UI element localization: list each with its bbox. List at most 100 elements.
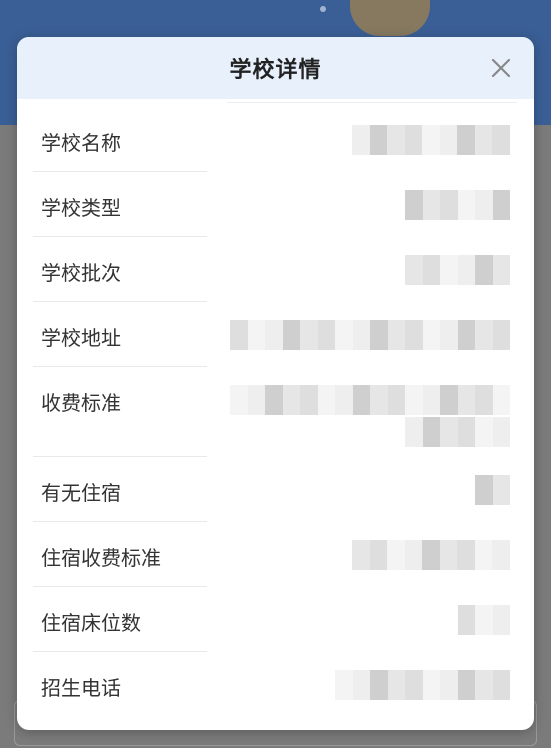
redaction-cell — [405, 385, 423, 415]
redaction-cell — [422, 255, 440, 285]
redaction-cell — [387, 125, 405, 155]
field-label: 住宿收费标准 — [41, 546, 161, 570]
redaction-cell — [247, 385, 265, 415]
redaction-cell — [457, 190, 475, 220]
redaction-cell — [439, 125, 458, 155]
redaction-cell — [492, 540, 510, 570]
redaction-cell — [492, 385, 510, 415]
redaction-cell — [474, 125, 493, 155]
redaction-cell — [422, 190, 440, 220]
redaction-cell — [475, 190, 493, 220]
redaction-cell — [457, 125, 475, 155]
redaction-cell — [440, 385, 458, 415]
redaction-cell — [492, 255, 510, 285]
redaction-cell — [247, 320, 265, 350]
row-accommodation: 有无住宿 — [33, 457, 510, 522]
row-fee-standard: 收费标准 — [33, 367, 510, 457]
redacted-value — [352, 540, 510, 570]
redaction-cell — [335, 670, 353, 700]
redaction-cell — [439, 540, 458, 570]
dialog-header: 学校详情 — [17, 37, 534, 99]
redacted-value-line2 — [405, 417, 510, 447]
redaction-cell — [370, 320, 388, 350]
redaction-cell — [405, 417, 423, 447]
redaction-cell — [352, 540, 370, 570]
redaction-cell — [352, 320, 370, 350]
redacted-value — [405, 255, 510, 285]
redaction-cell — [387, 540, 405, 570]
redaction-cell — [300, 320, 318, 350]
redaction-cell — [457, 320, 475, 350]
redaction-cell — [475, 605, 493, 635]
redacted-value — [230, 320, 510, 350]
redaction-cell — [352, 670, 370, 700]
redaction-cell — [457, 540, 475, 570]
redaction-cell — [370, 670, 388, 700]
redaction-cell — [422, 125, 440, 155]
row-bed-count: 住宿床位数 — [33, 587, 510, 652]
redaction-cell — [458, 605, 476, 635]
redaction-cell — [369, 540, 388, 570]
row-school-name: 学校名称 — [33, 107, 510, 172]
redaction-cell — [475, 670, 493, 700]
redaction-cell — [387, 385, 405, 415]
redaction-cell — [317, 385, 335, 415]
redaction-cell — [440, 417, 458, 447]
redaction-cell — [335, 385, 353, 415]
field-label: 学校地址 — [41, 326, 121, 350]
redaction-cell — [282, 385, 300, 415]
redaction-cell — [440, 190, 458, 220]
redaction-cell — [387, 320, 405, 350]
redacted-value — [458, 605, 510, 635]
redaction-cell — [387, 670, 405, 700]
redacted-value — [405, 190, 510, 220]
redaction-cell — [440, 670, 458, 700]
redaction-cell — [475, 475, 493, 505]
redaction-cell — [475, 385, 493, 415]
field-label: 有无住宿 — [41, 481, 121, 505]
redaction-cell — [422, 320, 440, 350]
row-accommodation-fee: 住宿收费标准 — [33, 522, 510, 587]
redaction-cell — [422, 540, 440, 570]
redaction-cell — [492, 670, 510, 700]
redaction-cell — [265, 320, 283, 350]
redaction-cell — [474, 540, 493, 570]
row-school-address: 学校地址 — [33, 302, 510, 367]
redaction-cell — [265, 385, 283, 415]
redaction-cell — [492, 190, 510, 220]
redaction-cell — [492, 417, 510, 447]
field-label: 住宿床位数 — [41, 611, 141, 635]
redaction-cell — [352, 385, 370, 415]
redaction-cell — [457, 385, 475, 415]
redaction-cell — [404, 125, 423, 155]
close-button[interactable] — [486, 53, 516, 83]
redacted-value — [475, 475, 510, 505]
redaction-cell — [405, 670, 423, 700]
redaction-cell — [475, 417, 493, 447]
row-school-batch: 学校批次 — [33, 237, 510, 302]
redaction-cell — [405, 255, 423, 285]
redaction-cell — [457, 670, 475, 700]
graduation-cap-icon — [350, 0, 430, 36]
redaction-cell — [475, 320, 493, 350]
close-icon — [491, 58, 511, 78]
row-admission-phone: 招生电话 — [33, 652, 510, 717]
redaction-cell — [492, 475, 510, 505]
field-label: 学校批次 — [41, 261, 121, 285]
decor-dot — [320, 6, 326, 12]
redaction-cell — [230, 385, 248, 415]
redaction-cell — [404, 540, 423, 570]
redaction-cell — [492, 605, 510, 635]
redaction-cell — [440, 320, 458, 350]
field-label: 收费标准 — [41, 391, 121, 415]
redaction-cell — [422, 385, 440, 415]
field-label: 招生电话 — [41, 676, 121, 700]
redaction-cell — [440, 255, 458, 285]
redaction-cell — [405, 190, 423, 220]
school-detail-dialog: 学校详情 学校名称 学校类型 学校批次 学校地址 收费标准 有无住宿 住宿收费标… — [17, 37, 534, 730]
dialog-title: 学校详情 — [229, 58, 322, 83]
field-label: 学校名称 — [41, 131, 121, 155]
redaction-cell — [317, 320, 335, 350]
redaction-cell — [405, 320, 423, 350]
redaction-cell — [422, 417, 440, 447]
